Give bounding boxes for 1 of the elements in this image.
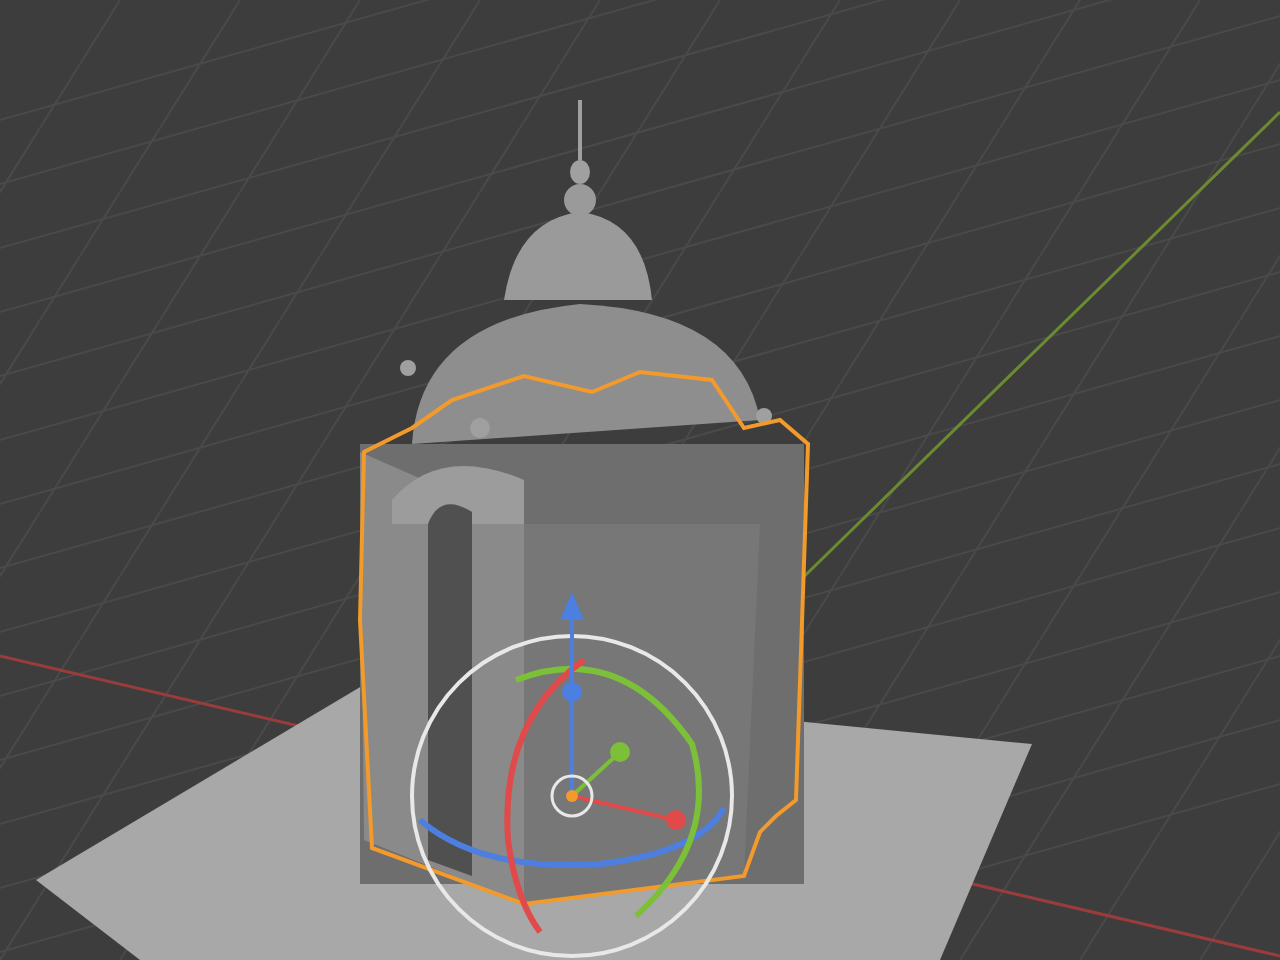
rotate-gizmo-drawing[interactable] xyxy=(410,592,734,958)
